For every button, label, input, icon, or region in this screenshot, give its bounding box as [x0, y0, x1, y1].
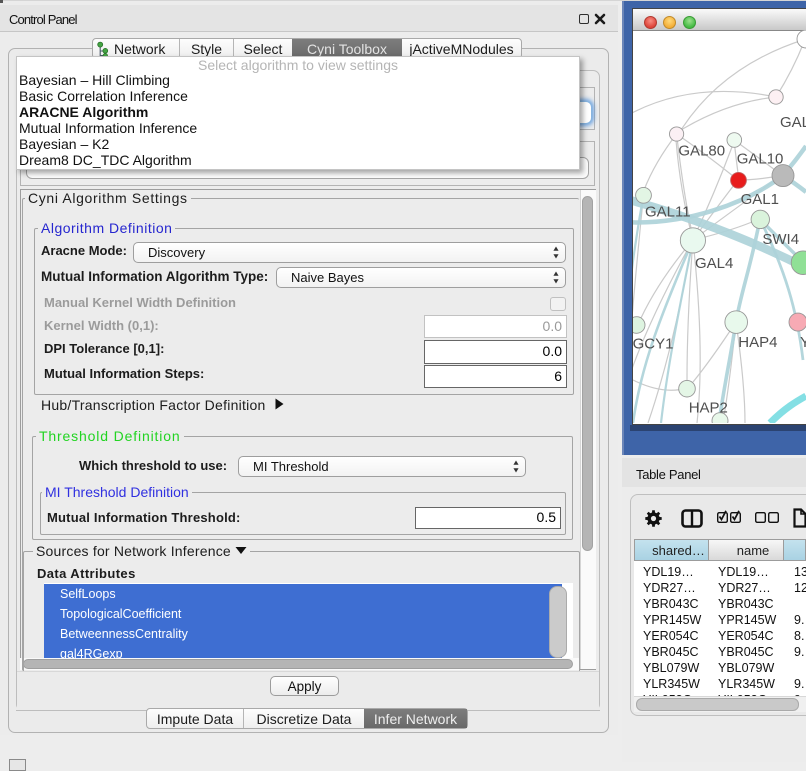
svg-text:GAL2: GAL2 — [780, 114, 806, 131]
svg-text:GAL4: GAL4 — [695, 255, 733, 272]
svg-text:Y: Y — [800, 334, 806, 351]
svg-text:HAP4: HAP4 — [738, 334, 777, 351]
svg-text:GAL1: GAL1 — [741, 191, 779, 208]
svg-text:GAL11: GAL11 — [645, 204, 691, 221]
svg-text:GAL10: GAL10 — [737, 151, 784, 168]
svg-text:GAL80: GAL80 — [678, 143, 725, 160]
svg-text:HAP2: HAP2 — [689, 400, 728, 417]
svg-text:GCY1: GCY1 — [633, 336, 673, 353]
svg-text:SWI4: SWI4 — [762, 231, 799, 248]
